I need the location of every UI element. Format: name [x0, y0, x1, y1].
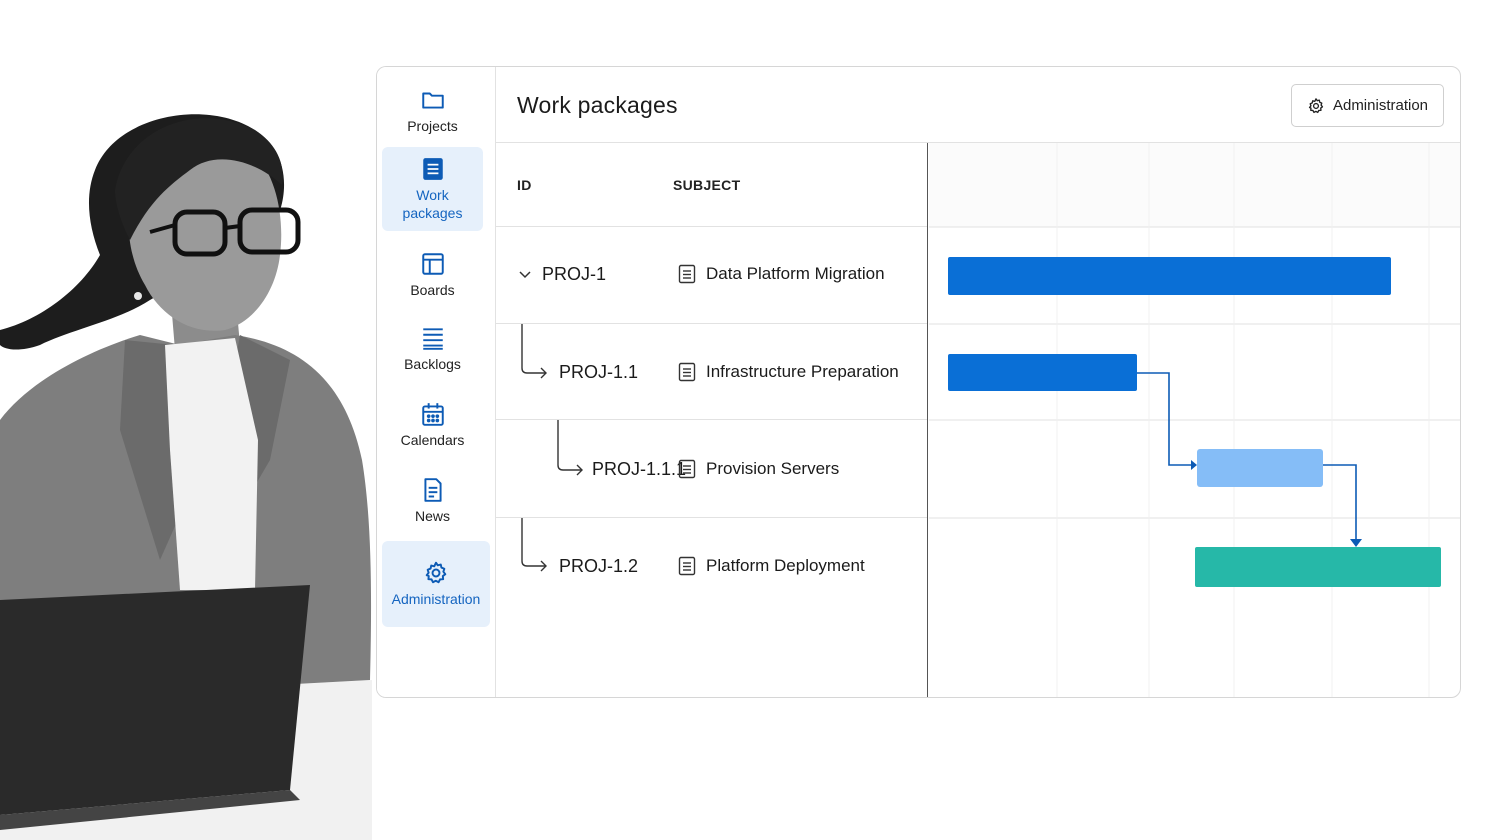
- row-subject[interactable]: Data Platform Migration: [678, 264, 885, 284]
- sidebar: Projects Work packages Boards Backlogs C…: [377, 67, 496, 697]
- document-icon: [678, 362, 696, 382]
- sidebar-item-label: Administration: [391, 591, 481, 607]
- sidebar-item-news[interactable]: News: [382, 469, 483, 533]
- gantt-canvas: [929, 143, 1460, 697]
- sidebar-item-label: Calendars: [400, 432, 465, 448]
- table-row[interactable]: PROJ-1 Data Platform Migration: [496, 227, 927, 324]
- sidebar-item-administration[interactable]: Administration: [382, 541, 490, 627]
- sidebar-item-calendars[interactable]: Calendars: [382, 393, 483, 457]
- document-icon: [678, 459, 696, 479]
- row-subject-label: Data Platform Migration: [706, 264, 885, 283]
- list-icon: [422, 158, 443, 180]
- dependency-arrowhead: [1350, 539, 1362, 547]
- page-title: Work packages: [517, 92, 678, 118]
- row-subject[interactable]: Platform Deployment: [678, 556, 865, 576]
- administration-button[interactable]: Administration: [1291, 84, 1444, 127]
- work-packages-table: ID SUBJECT PROJ-1 Data Platform Migratio…: [496, 143, 928, 697]
- row-id[interactable]: PROJ-1.1: [559, 362, 638, 383]
- gear-icon: [425, 561, 447, 584]
- gantt-bar[interactable]: [948, 257, 1391, 295]
- sidebar-item-label: Work packages: [402, 187, 463, 221]
- gantt-bar[interactable]: [1195, 547, 1441, 587]
- chevron-down-icon[interactable]: [518, 268, 532, 282]
- column-header-subject[interactable]: SUBJECT: [673, 177, 740, 193]
- sidebar-item-work-packages[interactable]: Work packages: [382, 147, 483, 231]
- row-subject[interactable]: Provision Servers: [678, 459, 839, 479]
- sidebar-item-label: Backlogs: [404, 356, 461, 372]
- app-window: Projects Work packages Boards Backlogs C…: [376, 66, 1461, 698]
- table-row[interactable]: PROJ-1.2 Platform Deployment: [496, 518, 927, 615]
- gantt-header: [929, 143, 1460, 227]
- board-icon: [421, 253, 444, 275]
- top-bar: Work packages Administration: [496, 67, 1460, 143]
- gantt-chart: [929, 143, 1460, 697]
- sidebar-item-label: Boards: [410, 282, 455, 298]
- tree-connector-icon: [521, 518, 547, 572]
- administration-button-label: Administration: [1332, 97, 1429, 114]
- table-header: ID SUBJECT: [496, 143, 927, 227]
- sidebar-item-label: News: [414, 508, 450, 524]
- dependency-line: [1137, 372, 1191, 466]
- calendar-icon: [421, 403, 444, 426]
- dependency-line: [1323, 464, 1357, 541]
- backlog-icon: [422, 328, 443, 350]
- sidebar-item-backlogs[interactable]: Backlogs: [382, 317, 483, 381]
- dependency-arrowhead: [1191, 460, 1197, 470]
- gear-icon: [1308, 97, 1324, 113]
- sidebar-item-label: Projects: [407, 118, 458, 134]
- tree-connector-icon: [521, 324, 547, 379]
- tree-connector-icon: [557, 420, 583, 476]
- row-subject-label: Platform Deployment: [706, 556, 865, 575]
- document-icon: [678, 264, 696, 284]
- document-icon: [678, 556, 696, 576]
- row-subject-label: Provision Servers: [706, 459, 840, 478]
- table-row[interactable]: PROJ-1.1 Infrastructure Preparation: [496, 324, 927, 420]
- news-icon: [423, 478, 442, 502]
- row-id[interactable]: PROJ-1: [542, 264, 606, 285]
- gantt-bar[interactable]: [1197, 449, 1323, 487]
- person-photo: [0, 0, 372, 840]
- main-content: Work packages Administration ID SUBJECT …: [496, 67, 1460, 697]
- row-subject-label: Infrastructure Preparation: [706, 362, 899, 381]
- gantt-bar[interactable]: [948, 354, 1137, 391]
- table-row[interactable]: PROJ-1.1.1 Provision Servers: [496, 420, 927, 518]
- row-id[interactable]: PROJ-1.2: [559, 556, 638, 577]
- row-subject[interactable]: Infrastructure Preparation: [678, 362, 899, 382]
- column-header-id[interactable]: ID: [517, 177, 532, 193]
- row-id[interactable]: PROJ-1.1.1: [592, 459, 686, 480]
- sidebar-item-projects[interactable]: Projects: [382, 79, 483, 143]
- sidebar-item-boards[interactable]: Boards: [382, 243, 483, 307]
- folder-icon: [421, 92, 444, 109]
